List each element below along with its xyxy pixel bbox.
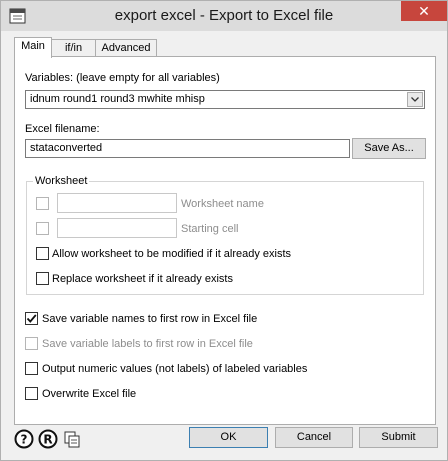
svg-text:R: R — [43, 433, 52, 447]
tab-main-label: Main — [21, 40, 45, 52]
overwrite-checkbox[interactable] — [25, 387, 38, 400]
starting-cell-checkbox[interactable] — [36, 222, 49, 235]
submit-button[interactable]: Submit — [359, 427, 438, 448]
allow-modify-checkbox[interactable] — [36, 247, 49, 260]
starting-cell-label: Starting cell — [181, 223, 239, 235]
replace-worksheet-label: Replace worksheet if it already exists — [52, 273, 233, 285]
chevron-down-icon — [411, 97, 419, 102]
tab-advanced[interactable]: Advanced — [95, 39, 157, 57]
numeric-values-label: Output numeric values (not labels) of la… — [42, 363, 308, 375]
ok-button[interactable]: OK — [189, 427, 268, 448]
close-icon: ✕ — [418, 3, 430, 19]
worksheet-name-label: Worksheet name — [181, 198, 264, 210]
window-title: export excel - Export to Excel file — [114, 7, 334, 24]
variables-label: Variables: (leave empty for all variable… — [25, 72, 220, 84]
overwrite-label: Overwrite Excel file — [42, 388, 137, 400]
reset-icon[interactable]: R — [38, 429, 58, 449]
allow-modify-label: Allow worksheet to be modified if it alr… — [52, 248, 292, 260]
save-names-label: Save variable names to first row in Exce… — [42, 313, 258, 325]
tab-advanced-label: Advanced — [101, 42, 151, 54]
variables-combobox[interactable]: idnum round1 round3 mwhite mhisp — [25, 90, 425, 109]
copy-command-icon[interactable] — [62, 429, 82, 449]
title-bar: export excel - Export to Excel file ✕ — [1, 1, 447, 31]
worksheet-name-input[interactable] — [57, 193, 177, 213]
svg-text:?: ? — [21, 433, 28, 447]
excel-filename-value: stataconverted — [30, 142, 103, 154]
dialog-window: export excel - Export to Excel file ✕ Ma… — [0, 0, 448, 461]
replace-worksheet-checkbox[interactable] — [36, 272, 49, 285]
starting-cell-input[interactable] — [57, 218, 177, 238]
save-names-checkbox[interactable] — [25, 312, 38, 325]
variables-dropdown-button[interactable] — [407, 92, 423, 107]
close-button[interactable]: ✕ — [401, 1, 447, 21]
excel-filename-label: Excel filename: — [25, 123, 100, 135]
cancel-button[interactable]: Cancel — [275, 427, 353, 448]
help-icon[interactable]: ? — [14, 429, 34, 449]
save-labels-checkbox[interactable] — [25, 337, 38, 350]
tab-if-in[interactable]: if/in — [51, 39, 96, 57]
checkmark-icon — [26, 314, 37, 323]
worksheet-group-title: Worksheet — [33, 175, 90, 187]
numeric-values-checkbox[interactable] — [25, 362, 38, 375]
save-as-button[interactable]: Save As... — [352, 138, 426, 159]
tab-if-in-label: if/in — [64, 42, 83, 54]
worksheet-name-checkbox[interactable] — [36, 197, 49, 210]
save-labels-label: Save variable labels to first row in Exc… — [42, 338, 253, 350]
tab-main[interactable]: Main — [14, 37, 52, 58]
variables-value: idnum round1 round3 mwhite mhisp — [30, 93, 205, 105]
excel-filename-input[interactable]: stataconverted — [25, 139, 350, 158]
